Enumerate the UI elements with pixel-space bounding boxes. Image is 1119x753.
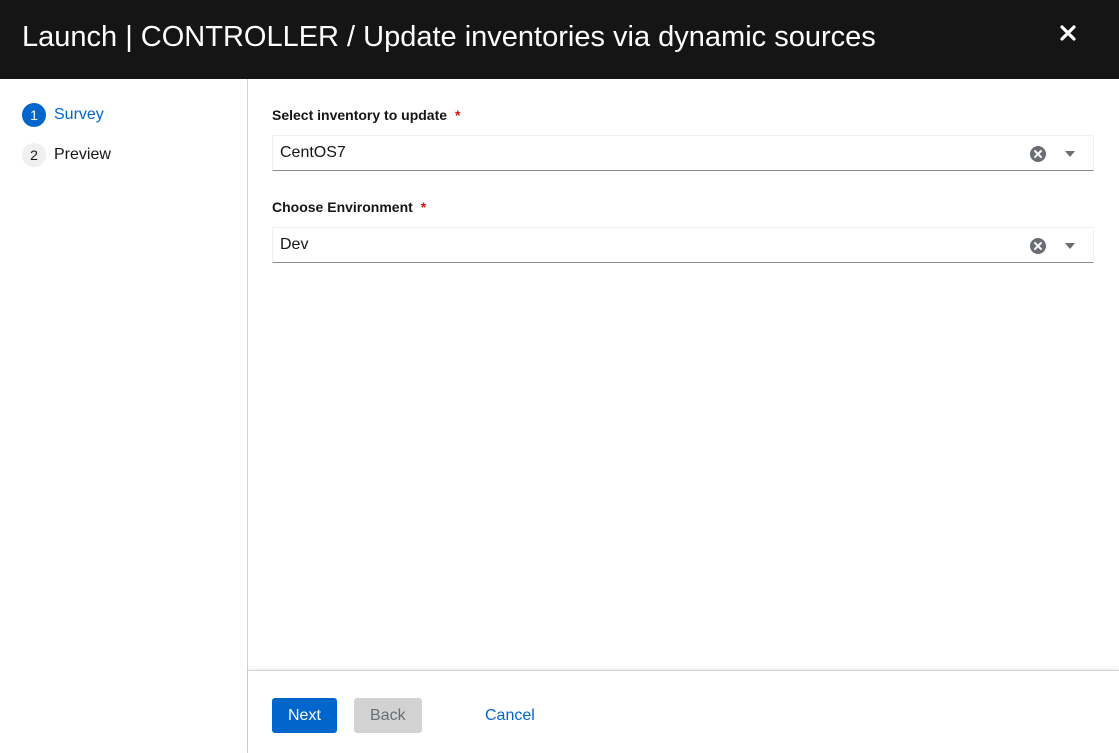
inventory-select[interactable]: CentOS7 — [272, 135, 1094, 171]
back-button: Back — [354, 698, 422, 733]
caret-down-icon[interactable] — [1064, 150, 1076, 158]
step-label: Survey — [54, 106, 104, 123]
wizard-nav: 1 Survey 2 Preview — [0, 79, 248, 753]
nav-step-preview[interactable]: 2 Preview — [22, 143, 111, 167]
close-button[interactable] — [1052, 21, 1084, 45]
cancel-button[interactable]: Cancel — [469, 698, 551, 733]
modal-title: Launch | CONTROLLER / Update inventories… — [22, 21, 876, 53]
required-marker: * — [455, 107, 461, 123]
launch-modal: Launch | CONTROLLER / Update inventories… — [0, 0, 1119, 753]
label-text: Select inventory to update — [272, 107, 448, 123]
inventory-field-label: Select inventory to update * — [272, 107, 461, 123]
nav-step-survey[interactable]: 1 Survey — [22, 103, 104, 127]
caret-down-icon[interactable] — [1064, 242, 1076, 250]
modal-header: Launch | CONTROLLER / Update inventories… — [0, 0, 1119, 79]
label-text: Choose Environment — [272, 199, 413, 215]
step-number: 2 — [22, 143, 46, 167]
survey-form: Select inventory to update * CentOS7 Choo… — [248, 79, 1119, 670]
next-button[interactable]: Next — [272, 698, 337, 733]
environment-field-label: Choose Environment * — [272, 199, 426, 215]
environment-select[interactable]: Dev — [272, 227, 1094, 263]
select-value: CentOS7 — [280, 144, 346, 161]
step-number: 1 — [22, 103, 46, 127]
close-icon — [1060, 25, 1076, 41]
clear-icon[interactable] — [1029, 237, 1047, 255]
clear-icon[interactable] — [1029, 145, 1047, 163]
required-marker: * — [420, 199, 427, 215]
wizard-footer: Next Back Cancel — [248, 670, 1119, 753]
select-value: Dev — [280, 236, 309, 253]
step-label: Preview — [54, 146, 111, 163]
